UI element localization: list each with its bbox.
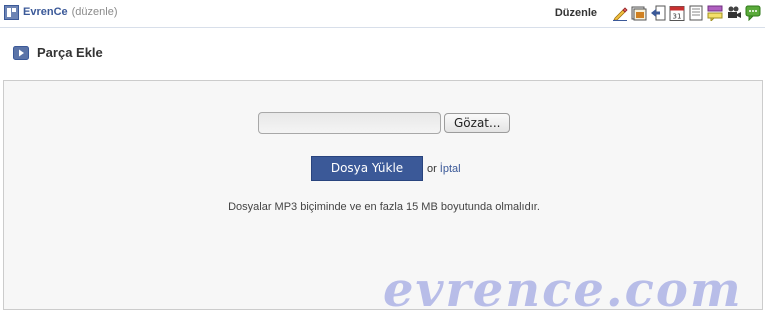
toolbar: Düzenle 31 xyxy=(554,4,761,23)
brand-name[interactable]: EvrenCe xyxy=(23,6,68,18)
browse-button[interactable]: Gözat... xyxy=(444,113,511,133)
cancel-link[interactable]: İptal xyxy=(440,163,461,175)
svg-text:31: 31 xyxy=(673,13,682,21)
page-title: Parça Ekle xyxy=(37,45,103,60)
file-path-field[interactable] xyxy=(258,112,441,134)
chat-bubble-icon[interactable] xyxy=(745,5,761,22)
app-icon xyxy=(4,4,19,20)
export-icon[interactable] xyxy=(650,5,666,21)
upload-note: Dosyalar MP3 biçiminde ve en fazla 15 MB… xyxy=(228,201,540,213)
upload-button[interactable]: Dosya Yükle xyxy=(311,156,423,181)
file-picker: Gözat... xyxy=(258,112,511,134)
photo-album-icon[interactable] xyxy=(631,5,647,21)
brand: EvrenCe (düzenle) xyxy=(4,4,118,20)
comment-list-icon[interactable] xyxy=(707,5,723,23)
top-bar: EvrenCe (düzenle) Düzenle 31 xyxy=(0,0,765,28)
video-camera-icon[interactable] xyxy=(726,5,742,21)
pencil-icon[interactable] xyxy=(612,5,628,21)
or-text: or xyxy=(427,162,437,175)
brand-edit-link[interactable]: (düzenle) xyxy=(72,6,118,18)
watermark: evrence.com xyxy=(383,262,743,312)
section-header: Parça Ekle xyxy=(13,45,103,60)
toolbar-label: Düzenle xyxy=(554,7,597,19)
play-icon xyxy=(13,45,29,60)
document-icon[interactable] xyxy=(688,5,704,21)
calendar-icon[interactable]: 31 xyxy=(669,5,685,21)
upload-actions: Dosya Yükle or İptal xyxy=(311,156,461,181)
